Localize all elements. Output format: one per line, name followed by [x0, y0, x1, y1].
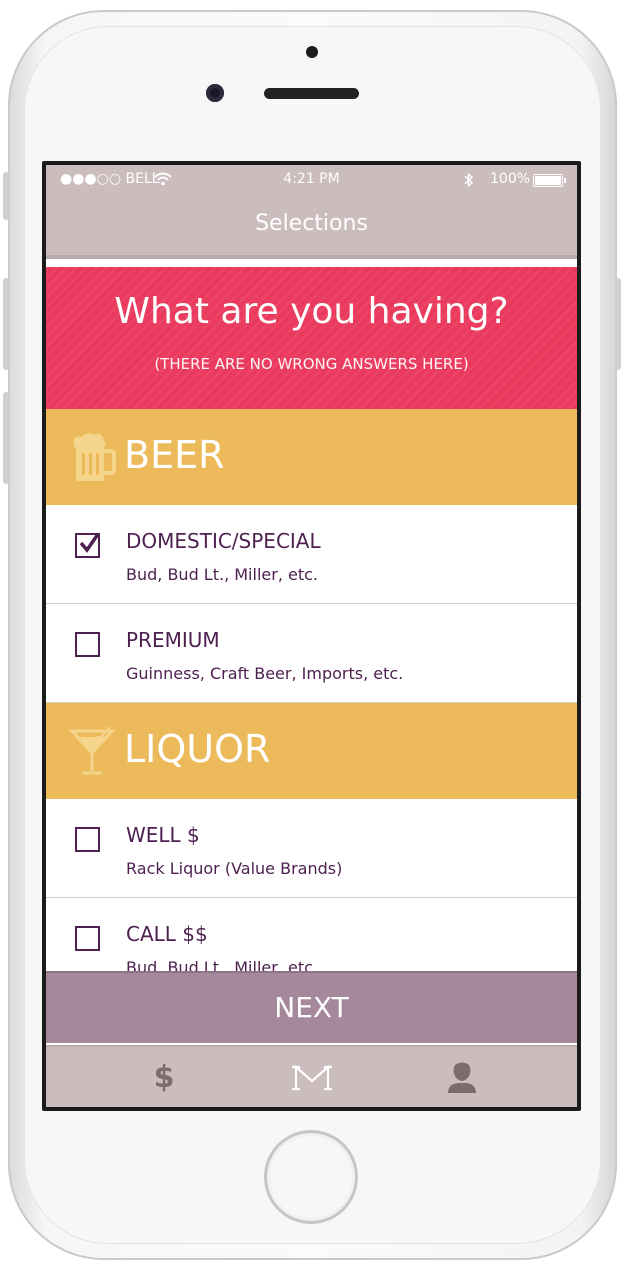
front-camera	[206, 84, 224, 102]
battery-icon	[533, 174, 566, 187]
category-header-liquor: LIQUOR	[46, 703, 577, 799]
volume-up-button	[3, 278, 9, 370]
tab-bar: $	[46, 1045, 577, 1107]
page-title: Selections	[255, 211, 368, 236]
item-subtitle: Bud, Bud Lt., Miller, etc.	[126, 565, 318, 584]
proximity-sensor	[306, 46, 318, 58]
list-item-domestic-special[interactable]: DOMESTIC/SPECIAL Bud, Bud Lt., Miller, e…	[46, 505, 577, 604]
user-icon[interactable]	[432, 1061, 492, 1095]
dollar-icon[interactable]: $	[134, 1061, 194, 1095]
mute-switch	[3, 172, 9, 220]
hero-title: What are you having?	[114, 291, 509, 332]
app-view: ●●●○○ BELL 4:21 PM 100% Selections What …	[46, 165, 577, 1107]
checkbox-unchecked[interactable]	[75, 827, 100, 852]
category-label: BEER	[124, 433, 225, 477]
list-item-well[interactable]: WELL $ Rack Liquor (Value Brands)	[46, 799, 577, 898]
item-title: CALL $$	[126, 922, 208, 946]
category-header-beer: BEER	[46, 409, 577, 505]
home-button[interactable]	[264, 1130, 358, 1224]
beer-mug-icon	[73, 433, 116, 481]
list-item-premium[interactable]: PREMIUM Guinness, Craft Beer, Imports, e…	[46, 604, 577, 703]
checkbox-unchecked[interactable]	[75, 926, 100, 951]
power-button	[615, 278, 621, 370]
earpiece-speaker	[264, 88, 359, 99]
status-bar: ●●●○○ BELL 4:21 PM 100%	[46, 165, 577, 195]
category-label: LIQUOR	[124, 727, 271, 771]
screen: ●●●○○ BELL 4:21 PM 100% Selections What …	[42, 161, 581, 1111]
nav-bar: Selections	[46, 195, 577, 259]
item-title: PREMIUM	[126, 628, 220, 652]
martini-glass-icon	[68, 726, 116, 775]
checkbox-unchecked[interactable]	[75, 632, 100, 657]
checkbox-checked[interactable]	[75, 533, 100, 558]
item-title: WELL $	[126, 823, 200, 847]
item-subtitle: Rack Liquor (Value Brands)	[126, 859, 343, 878]
hero-banner: What are you having? (THERE ARE NO WRONG…	[46, 267, 577, 409]
m-logo-icon[interactable]	[282, 1061, 342, 1095]
bluetooth-icon	[464, 172, 474, 188]
item-title: DOMESTIC/SPECIAL	[126, 529, 321, 553]
next-button-label: NEXT	[274, 991, 349, 1024]
next-button[interactable]: NEXT	[46, 971, 577, 1043]
item-subtitle: Guinness, Craft Beer, Imports, etc.	[126, 664, 404, 683]
volume-down-button	[3, 392, 9, 484]
battery-percent: 100%	[490, 171, 531, 187]
checkmark-icon	[79, 533, 100, 553]
hero-subtitle: (THERE ARE NO WRONG ANSWERS HERE)	[154, 355, 469, 373]
